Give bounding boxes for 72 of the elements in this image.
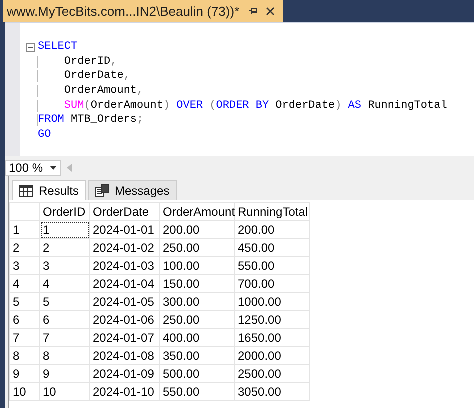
column-header[interactable]: OrderID xyxy=(40,202,90,220)
code-line: OrderID, xyxy=(37,56,118,68)
row-number[interactable]: 9 xyxy=(10,364,40,382)
table-cell: 250.00 xyxy=(160,310,234,328)
code-line: FROM MTB_Orders; xyxy=(37,114,144,126)
code-line: SELECT xyxy=(37,41,78,54)
row-number[interactable]: 3 xyxy=(10,256,40,274)
table-cell: 2024-01-04 xyxy=(90,274,160,292)
code-line: OrderAmount, xyxy=(37,85,144,98)
collapse-icon[interactable] xyxy=(26,42,34,52)
table-cell: 2024-01-02 xyxy=(90,238,160,256)
table-cell: 2 xyxy=(40,238,90,256)
row-number[interactable]: 10 xyxy=(10,382,40,400)
table-cell: 450.00 xyxy=(234,238,310,256)
table-cell: 2000.00 xyxy=(234,346,310,364)
table-cell: 550.00 xyxy=(160,382,234,400)
row-number[interactable]: 4 xyxy=(10,274,40,292)
code-line: OrderDate, xyxy=(37,70,130,82)
table-cell: 6 xyxy=(40,310,90,328)
code-line: SUM(OrderAmount) OVER (ORDER BY OrderDate) AS RunningTotal xyxy=(37,100,448,112)
row-number[interactable]: 1 xyxy=(10,220,40,238)
row-number[interactable]: 2 xyxy=(10,238,40,256)
row-number[interactable]: 5 xyxy=(10,292,40,310)
table-cell: 2024-01-10 xyxy=(90,382,160,400)
table-cell: 1000.00 xyxy=(234,292,310,310)
table-cell: 8 xyxy=(40,346,90,364)
column-header[interactable]: OrderDate xyxy=(90,202,160,220)
table-cell: 400.00 xyxy=(160,328,234,346)
table-cell: 1250.00 xyxy=(234,310,310,328)
table-cell: 9 xyxy=(40,364,90,382)
table-cell: 4 xyxy=(40,274,90,292)
grid-icon xyxy=(19,184,33,196)
table-cell: 2024-01-07 xyxy=(90,328,160,346)
row-number[interactable]: 8 xyxy=(10,346,40,364)
table-cell: 2024-01-05 xyxy=(90,292,160,310)
code-line: GO xyxy=(37,128,52,141)
table-cell: 550.00 xyxy=(234,256,310,274)
table-cell: 250.00 xyxy=(160,238,234,256)
table-cell: 150.00 xyxy=(160,274,234,292)
table-cell: 100.00 xyxy=(160,256,234,274)
table-cell: 350.00 xyxy=(160,346,234,364)
table-cell: 200.00 xyxy=(160,220,234,238)
table-cell: 2500.00 xyxy=(234,364,310,382)
document-tab[interactable]: www.MyTecBits.com...IN2\Beaulin (73))* xyxy=(3,0,283,22)
column-header[interactable]: RunningTotal xyxy=(234,202,310,220)
table-cell: 1 xyxy=(40,220,90,238)
table-cell: 2024-01-08 xyxy=(90,346,160,364)
column-header[interactable]: OrderAmount xyxy=(160,202,234,220)
table-cell: 5 xyxy=(40,292,90,310)
table-cell: 200.00 xyxy=(234,220,310,238)
table-cell: 700.00 xyxy=(234,274,310,292)
table-cell: 3050.00 xyxy=(234,382,310,400)
table-cell: 300.00 xyxy=(160,292,234,310)
table-cell: 10 xyxy=(40,382,90,400)
result-tab[interactable]: Messages xyxy=(88,180,177,200)
table-cell: 2024-01-06 xyxy=(90,310,160,328)
pin-icon[interactable] xyxy=(248,6,258,16)
zoom-dropdown[interactable]: 100 % xyxy=(5,160,61,176)
row-number[interactable]: 6 xyxy=(10,310,40,328)
table-cell: 2024-01-01 xyxy=(90,220,160,238)
table-cell: 2024-01-09 xyxy=(90,364,160,382)
close-icon[interactable] xyxy=(266,6,275,16)
result-tab[interactable]: Results xyxy=(12,180,86,200)
document-icon xyxy=(95,184,110,197)
tab-title: www.MyTecBits.com...IN2\Beaulin (73))* xyxy=(7,4,240,18)
table-cell: 2024-01-03 xyxy=(90,256,160,274)
table-cell: 1650.00 xyxy=(234,328,310,346)
table-cell: 500.00 xyxy=(160,364,234,382)
dropdown-caret-icon xyxy=(50,166,57,170)
table-cell: 3 xyxy=(40,256,90,274)
table-cell: 7 xyxy=(40,328,90,346)
row-number[interactable]: 7 xyxy=(10,328,40,346)
